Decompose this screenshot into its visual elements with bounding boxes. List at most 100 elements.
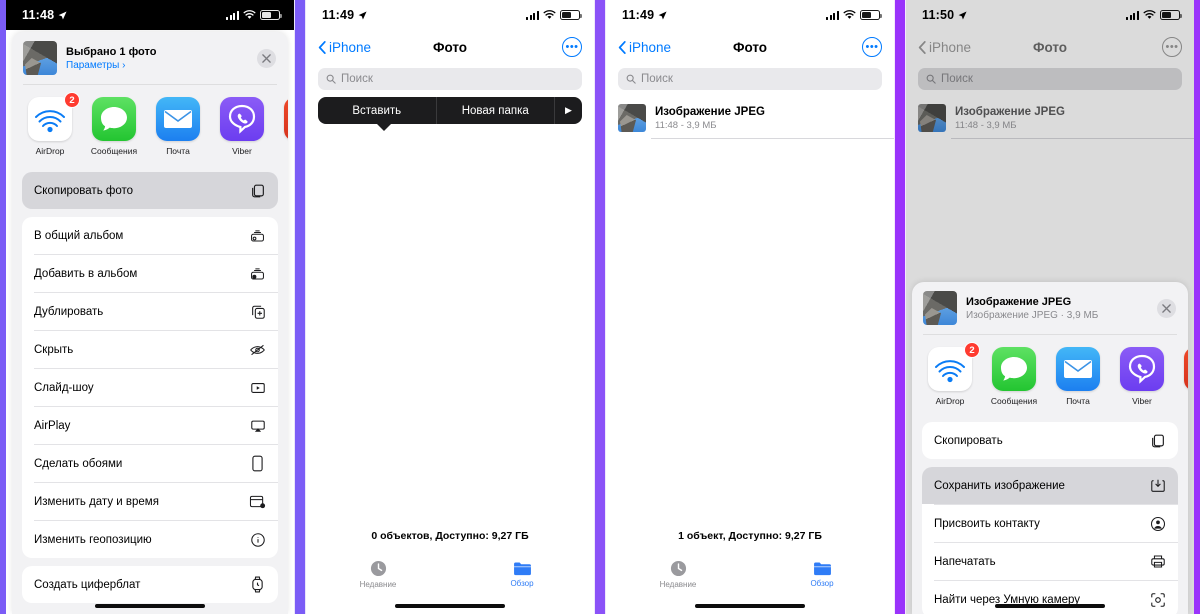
storage-info: 1 объект, Доступно: 9,27 ГБ	[678, 530, 822, 542]
app-label: AirDrop	[35, 146, 65, 156]
action-label: Изменить дату и время	[34, 495, 159, 508]
more-button[interactable]: •••	[862, 37, 882, 57]
share-app-airdrop[interactable]: 2 AirDrop	[25, 92, 80, 156]
aliexpress-icon: A	[1184, 347, 1188, 391]
add-to-album-icon	[249, 265, 266, 282]
action-visual-lookup[interactable]: Найти через Умную камеру	[922, 581, 1178, 614]
status-bar-4: 11:50	[906, 0, 1194, 30]
share-app-messages[interactable]: Сообщения	[989, 347, 1039, 406]
share-app-mail[interactable]: Почта	[1053, 347, 1103, 406]
search-input[interactable]: Поиск	[318, 68, 582, 90]
action-label: Слайд-шоу	[34, 381, 94, 394]
action-add-to-album[interactable]: Добавить в альбом	[22, 255, 278, 292]
action-copy[interactable]: Скопировать	[922, 422, 1178, 459]
new-folder-button[interactable]: Новая папка	[435, 97, 555, 124]
panel-separator-2	[594, 0, 606, 614]
back-button[interactable]: iPhone	[918, 40, 971, 55]
battery-icon	[1160, 10, 1182, 20]
panel-files-share-sheet: 11:50 iPhone Фото ••• Поиск Изображение …	[906, 0, 1194, 614]
location-info-icon	[249, 531, 266, 548]
action-copy-photo[interactable]: Скопировать фото	[22, 172, 278, 209]
action-shared-album[interactable]: В общий альбом	[22, 217, 278, 254]
share-app-aliexpress[interactable]: A Ali	[281, 97, 288, 156]
close-button[interactable]	[1157, 298, 1176, 318]
home-indicator	[995, 604, 1105, 608]
mail-icon	[156, 97, 200, 141]
action-group-primary-1: Скопировать фото	[22, 172, 278, 209]
share-app-viber[interactable]: Viber	[1117, 347, 1167, 406]
mail-icon	[1056, 347, 1100, 391]
clock-icon	[670, 560, 686, 576]
more-button[interactable]: •••	[1162, 37, 1182, 57]
back-label: iPhone	[329, 39, 372, 55]
action-assign-to-contact[interactable]: Присвоить контакту	[922, 505, 1178, 542]
tab-bar-3: Недавние Обзор	[606, 552, 894, 596]
search-placeholder: Поиск	[641, 73, 673, 85]
back-button[interactable]: iPhone	[618, 40, 671, 55]
action-slideshow[interactable]: Слайд-шоу	[22, 369, 278, 406]
share-app-mail[interactable]: Почта	[153, 97, 203, 156]
action-duplicate[interactable]: Дублировать	[22, 293, 278, 330]
messages-icon	[992, 347, 1036, 391]
share-apps-row-4: 2 AirDrop Сообщения Почта Viber	[912, 335, 1188, 414]
action-print[interactable]: Напечатать	[922, 543, 1178, 580]
action-create-watch-face[interactable]: Создать циферблат	[22, 566, 278, 603]
copy-icon	[1149, 432, 1166, 449]
menu-caret	[376, 123, 392, 131]
share-app-messages[interactable]: Сообщения	[89, 97, 139, 156]
share-sheet-options-link[interactable]: Параметры ›	[66, 60, 248, 71]
tab-recents[interactable]: Недавние	[306, 552, 450, 596]
status-bar-1: 11:48	[6, 0, 294, 30]
share-app-aliexpress[interactable]: A Ali	[1181, 347, 1188, 406]
search-input[interactable]: Поиск	[618, 68, 882, 90]
panel-files-pasted: 11:49 iPhone Фото ••• Поиск Изображение …	[606, 0, 894, 614]
divider	[651, 138, 894, 139]
clock-icon	[370, 560, 386, 576]
action-hide[interactable]: Скрыть	[22, 331, 278, 368]
list-item[interactable]: Изображение JPEG 11:48 - 3,9 МБ	[606, 100, 894, 138]
home-indicator	[695, 604, 805, 608]
tab-browse[interactable]: Обзор	[750, 552, 894, 596]
action-airplay[interactable]: AirPlay	[22, 407, 278, 444]
search-input[interactable]: Поиск	[918, 68, 1182, 90]
tab-label: Недавние	[659, 579, 697, 589]
more-arrow-button[interactable]: ▶	[554, 97, 582, 124]
action-group-secondary-1: Создать циферблат	[22, 566, 278, 603]
search-icon	[326, 74, 336, 84]
file-name: Изображение JPEG	[655, 105, 765, 118]
close-button[interactable]	[257, 48, 276, 68]
action-adjust-datetime[interactable]: Изменить дату и время	[22, 483, 278, 520]
share-sheet-4: Изображение JPEG Изображение JPEG · 3,9 …	[912, 277, 1188, 614]
battery-icon	[860, 10, 882, 20]
visual-lookup-icon	[1149, 591, 1166, 608]
viber-icon	[1120, 347, 1164, 391]
panel-separator-3	[894, 0, 906, 614]
list-item[interactable]: Изображение JPEG 11:48 - 3,9 МБ	[906, 100, 1194, 138]
status-time: 11:48	[22, 8, 55, 22]
tab-recents[interactable]: Недавние	[606, 552, 750, 596]
nav-bar-4: iPhone Фото •••	[906, 30, 1194, 64]
action-label: Изменить геопозицию	[34, 533, 152, 546]
hide-eye-icon	[249, 341, 266, 358]
shared-album-icon	[249, 227, 266, 244]
action-set-wallpaper[interactable]: Сделать обоями	[22, 445, 278, 482]
status-time: 11:49	[622, 8, 655, 22]
more-button[interactable]: •••	[562, 37, 582, 57]
share-app-airdrop[interactable]: 2 AirDrop	[925, 342, 980, 406]
action-adjust-location[interactable]: Изменить геопозицию	[22, 521, 278, 558]
airdrop-badge: 2	[64, 92, 80, 108]
action-label: Создать циферблат	[34, 578, 141, 591]
share-sheet-title: Изображение JPEG	[966, 295, 1072, 308]
paste-button[interactable]: Вставить	[318, 97, 436, 124]
search-placeholder: Поиск	[341, 73, 373, 85]
action-save-image[interactable]: Сохранить изображение	[922, 467, 1178, 504]
share-app-viber[interactable]: Viber	[217, 97, 267, 156]
back-button[interactable]: iPhone	[318, 40, 371, 55]
share-apps-row-1: 2 AirDrop Сообщения Почта Viber	[12, 85, 288, 164]
close-icon	[262, 53, 271, 63]
file-list-4: Изображение JPEG 11:48 - 3,9 МБ	[906, 100, 1194, 139]
chevron-left-icon	[318, 40, 326, 54]
location-arrow-icon	[358, 11, 367, 19]
action-label: Скопировать	[934, 434, 1003, 447]
tab-browse[interactable]: Обзор	[450, 552, 594, 596]
